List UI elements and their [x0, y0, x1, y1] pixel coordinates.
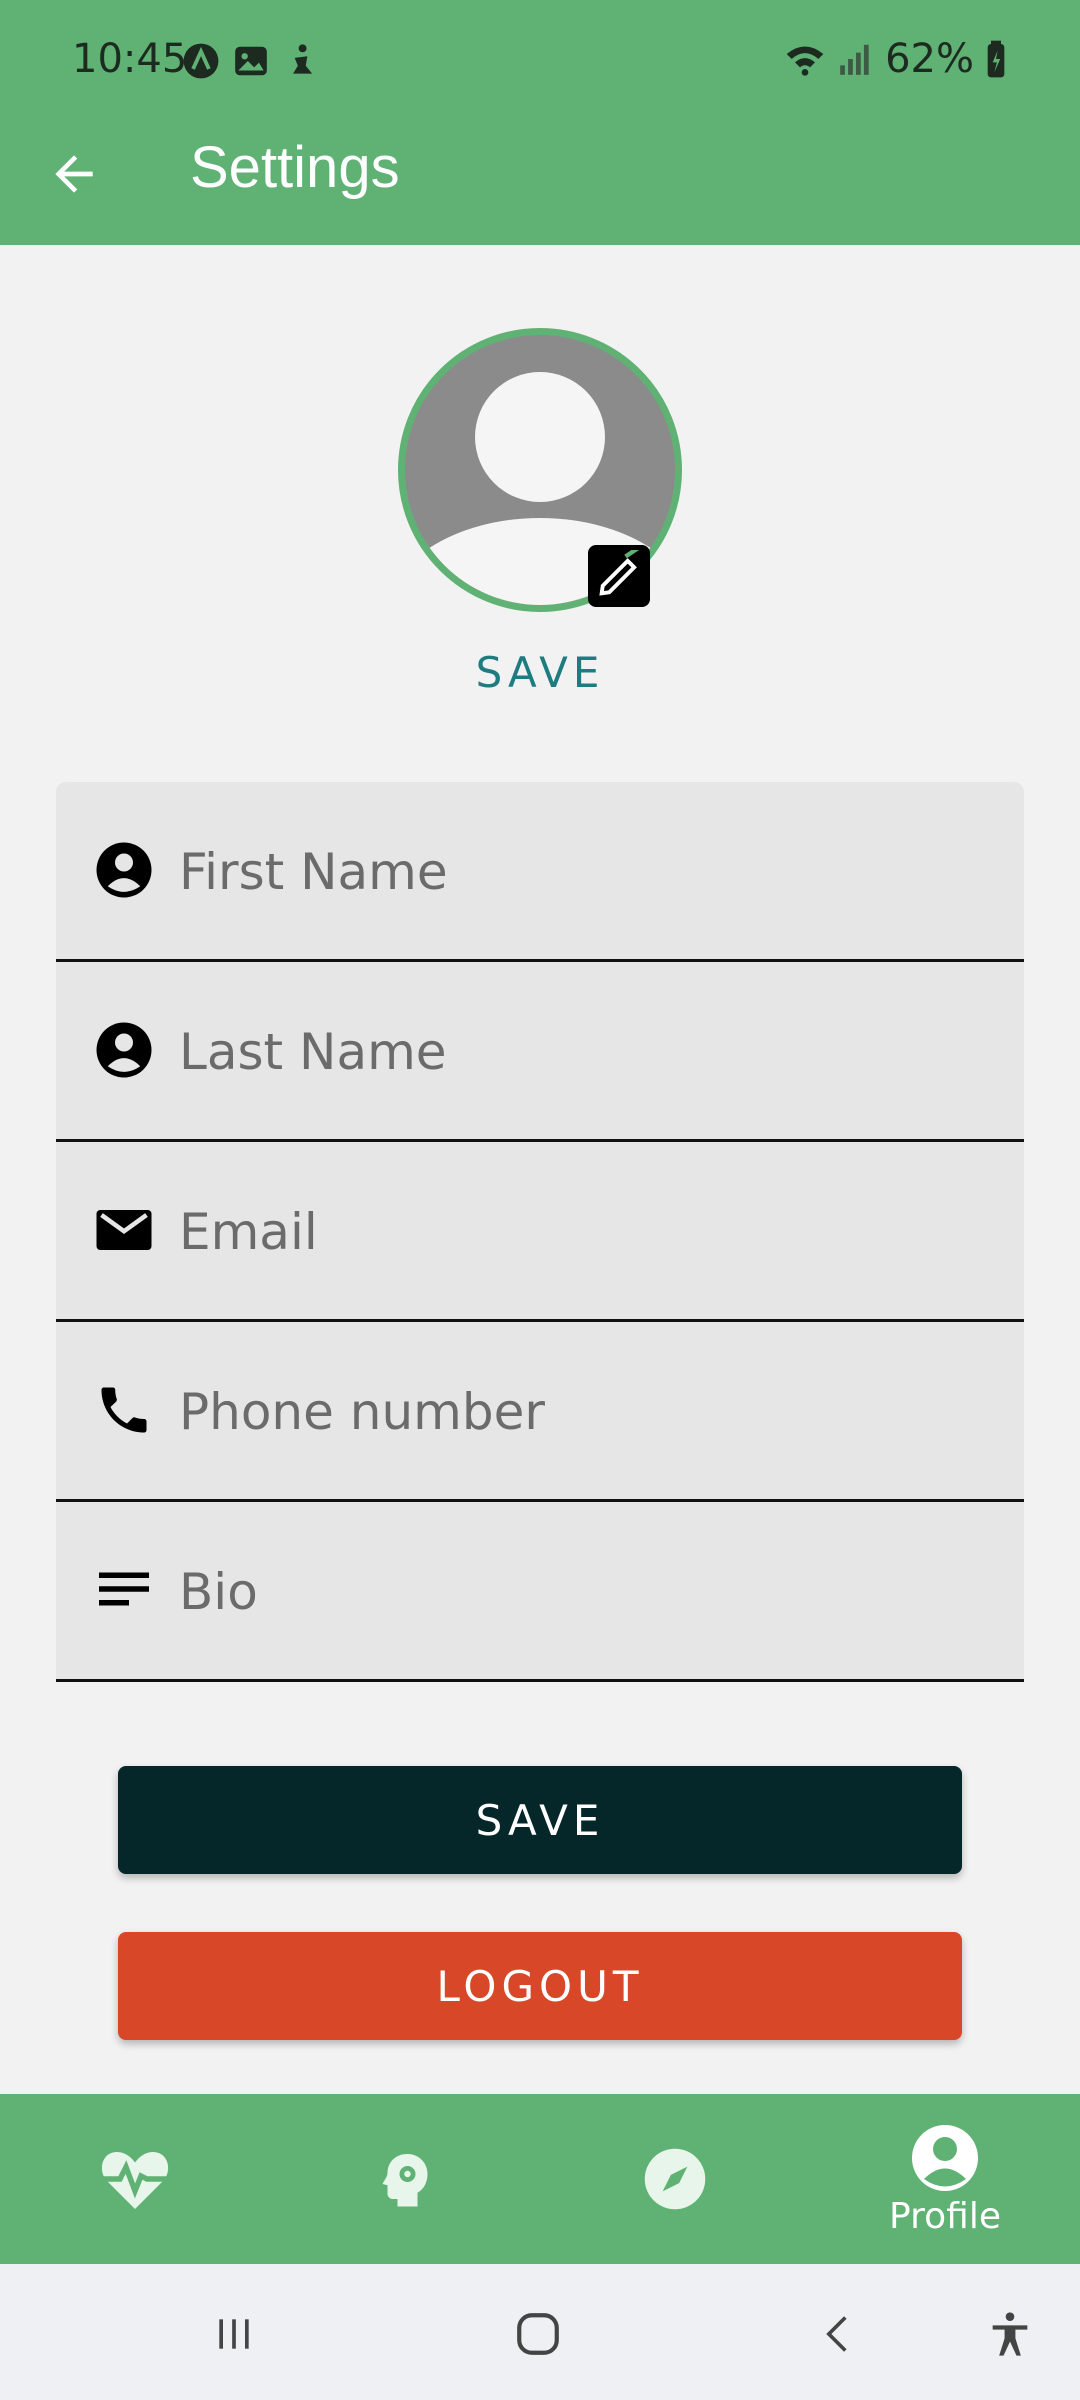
phone-field[interactable]	[56, 1322, 1024, 1502]
profile-form	[56, 782, 1024, 1682]
nav-label-profile: Profile	[889, 2195, 1001, 2237]
status-notification-icons	[182, 42, 320, 80]
arrow-back-icon	[55, 155, 93, 193]
app-notification-icon	[183, 43, 219, 79]
wifi-icon	[786, 46, 824, 76]
mail-icon	[94, 1200, 154, 1260]
person-circle-icon	[94, 840, 154, 900]
head-gear-icon	[382, 2154, 428, 2207]
last-name-input[interactable]	[179, 1012, 999, 1092]
recent-apps-button[interactable]	[204, 2304, 264, 2364]
app-bar: 10:45 62% Settings	[0, 0, 1080, 245]
email-input[interactable]	[179, 1192, 999, 1272]
nav-item-profile[interactable]: Profile	[810, 2094, 1080, 2264]
home-button[interactable]	[508, 2304, 568, 2364]
toolbar: Settings	[0, 120, 1080, 245]
chevron-left-icon	[826, 2316, 847, 2352]
bio-input[interactable]	[179, 1552, 999, 1632]
save-photo-link[interactable]: SAVE	[0, 648, 1080, 697]
compass-icon	[644, 2148, 706, 2210]
status-bar: 10:45 62%	[0, 0, 1080, 120]
heart-pulse-icon	[101, 2152, 169, 2209]
home-icon	[517, 2313, 559, 2355]
save-button[interactable]: SAVE	[118, 1766, 962, 1874]
system-navigation-bar	[0, 2264, 1080, 2400]
email-field[interactable]	[56, 1142, 1024, 1322]
battery-percent: 62%	[885, 36, 974, 82]
first-name-input[interactable]	[179, 832, 999, 912]
back-button[interactable]	[38, 138, 110, 210]
page-title: Settings	[190, 135, 400, 200]
bottom-navigation: Profile	[0, 2094, 1080, 2264]
phone-input[interactable]	[179, 1372, 999, 1452]
nav-item-mind[interactable]	[270, 2094, 540, 2264]
nav-item-explore[interactable]	[540, 2094, 810, 2264]
avatar-head-shape	[475, 372, 605, 502]
phone-icon	[94, 1380, 154, 1440]
lines-icon	[94, 1560, 154, 1620]
profile-icon	[912, 2124, 978, 2191]
last-name-field[interactable]	[56, 962, 1024, 1142]
bio-field[interactable]	[56, 1502, 1024, 1682]
battery-icon	[987, 40, 1005, 78]
person-circle-icon	[94, 1020, 154, 1080]
image-notification-icon	[235, 46, 267, 76]
pencil-icon	[599, 550, 640, 596]
status-time: 10:45	[72, 36, 188, 82]
logout-button[interactable]: LOGOUT	[118, 1932, 962, 2040]
accessibility-notification-icon	[293, 44, 313, 74]
recent-apps-icon	[219, 2319, 249, 2349]
accessibility-icon	[992, 2312, 1028, 2356]
back-nav-button[interactable]	[808, 2304, 868, 2364]
edit-photo-button[interactable]	[588, 545, 650, 607]
accessibility-button[interactable]	[980, 2304, 1040, 2364]
nav-item-health[interactable]	[0, 2094, 270, 2264]
first-name-field[interactable]	[56, 782, 1024, 962]
signal-icon	[840, 44, 869, 75]
status-right: 62%	[783, 36, 1008, 82]
